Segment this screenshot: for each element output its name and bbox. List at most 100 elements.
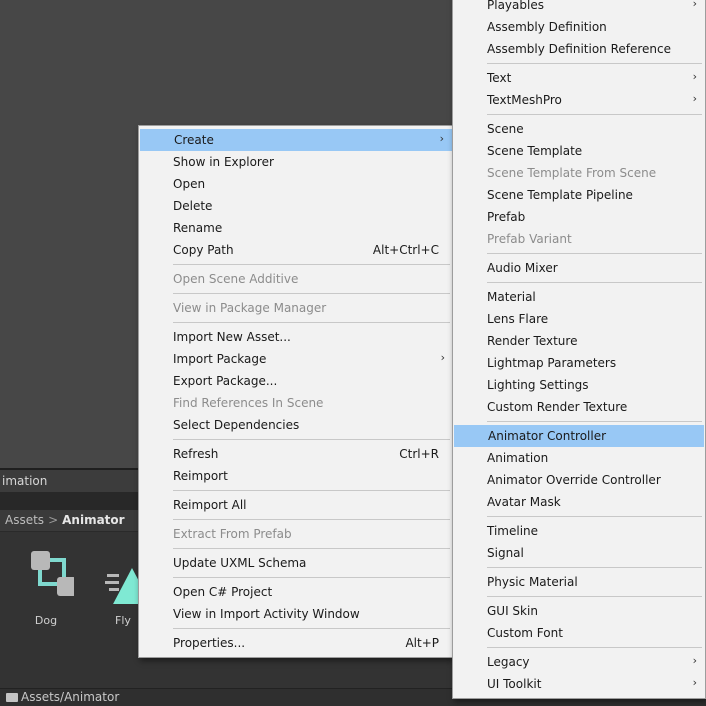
menu-separator	[453, 564, 705, 571]
context-menu: Create › Show in Explorer Open Delete Rename C…	[138, 125, 454, 658]
menu-item-label: Physic Material	[487, 575, 578, 589]
menu-item-label: Scene Template Pipeline	[487, 188, 633, 202]
menu-item-reimport[interactable]: Reimport	[139, 465, 453, 487]
menu-item-label: Signal	[487, 546, 524, 560]
menu-item-label: Properties...	[173, 636, 246, 650]
breadcrumb-current[interactable]: Animator	[62, 513, 124, 527]
menu-item-label: Update UXML Schema	[173, 556, 307, 570]
menu-item-label: Assembly Definition Reference	[487, 42, 672, 56]
menu-item-delete[interactable]: Delete	[139, 195, 453, 217]
menu-item-label: Rename	[173, 221, 223, 235]
menu-item-import-package[interactable]: Import Package ›	[139, 348, 453, 370]
menu-item-label: Audio Mixer	[487, 261, 558, 275]
animation-tab[interactable]: imation	[0, 470, 150, 492]
menu-separator	[139, 545, 453, 552]
menu-item-text[interactable]: Text ›	[453, 67, 705, 89]
chevron-right-icon: ›	[692, 70, 697, 83]
menu-item-legacy[interactable]: Legacy ›	[453, 651, 705, 673]
menu-item-label: Reimport All	[173, 498, 247, 512]
menu-item-label: Material	[487, 290, 536, 304]
menu-item-signal[interactable]: Signal	[453, 542, 705, 564]
menu-item-label: Playables	[487, 0, 544, 12]
menu-item-view-in-package-manager: View in Package Manager	[139, 297, 453, 319]
menu-item-assembly-definition-reference[interactable]: Assembly Definition Reference	[453, 38, 705, 60]
menu-item-timeline[interactable]: Timeline	[453, 520, 705, 542]
menu-item-label: Refresh	[173, 447, 219, 461]
menu-item-label: TextMeshPro	[487, 93, 562, 107]
menu-item-open[interactable]: Open	[139, 173, 453, 195]
menu-item-avatar-mask[interactable]: Avatar Mask	[453, 491, 705, 513]
menu-item-physic-material[interactable]: Physic Material	[453, 571, 705, 593]
menu-item-label: Lighting Settings	[487, 378, 589, 392]
chevron-right-icon: ›	[692, 92, 697, 105]
menu-item-textmeshpro[interactable]: TextMeshPro ›	[453, 89, 705, 111]
menu-item-animator-override-controller[interactable]: Animator Override Controller	[453, 469, 705, 491]
menu-item-label: View in Import Activity Window	[173, 607, 360, 621]
menu-item-label: Prefab Variant	[487, 232, 572, 246]
menu-separator	[453, 111, 705, 118]
menu-item-material[interactable]: Material	[453, 286, 705, 308]
menu-item-label: Animator Override Controller	[487, 473, 661, 487]
menu-item-label: Create	[174, 133, 214, 147]
menu-item-label: Animation	[487, 451, 549, 465]
breadcrumb: Assets > Animator	[5, 513, 125, 527]
menu-item-gui-skin[interactable]: GUI Skin	[453, 600, 705, 622]
menu-separator	[453, 513, 705, 520]
menu-item-label: Lens Flare	[487, 312, 549, 326]
menu-item-create[interactable]: Create ›	[140, 129, 452, 151]
breadcrumb-root[interactable]: Assets	[5, 513, 44, 527]
menu-separator	[139, 436, 453, 443]
menu-item-label: Assembly Definition	[487, 20, 607, 34]
menu-separator	[139, 290, 453, 297]
menu-item-custom-render-texture[interactable]: Custom Render Texture	[453, 396, 705, 418]
menu-item-ui-toolkit[interactable]: UI Toolkit ›	[453, 673, 705, 695]
chevron-right-icon: ›	[692, 676, 697, 689]
menu-item-playables[interactable]: Playables ›	[453, 0, 705, 16]
menu-item-assembly-definition[interactable]: Assembly Definition	[453, 16, 705, 38]
menu-item-label: Timeline	[487, 524, 539, 538]
menu-item-open-c-project[interactable]: Open C# Project	[139, 581, 453, 603]
menu-separator	[139, 261, 453, 268]
shortcut-label: Ctrl+R	[399, 447, 439, 461]
menu-item-lightmap-parameters[interactable]: Lightmap Parameters	[453, 352, 705, 374]
chevron-right-icon: ›	[692, 0, 697, 10]
menu-item-animation[interactable]: Animation	[453, 447, 705, 469]
menu-item-import-new-asset[interactable]: Import New Asset...	[139, 326, 453, 348]
menu-item-prefab[interactable]: Prefab	[453, 206, 705, 228]
menu-item-label: Animator Controller	[488, 429, 607, 443]
menu-item-copy-path[interactable]: Copy Path Alt+Ctrl+C	[139, 239, 453, 261]
menu-separator	[453, 644, 705, 651]
menu-separator	[139, 574, 453, 581]
menu-item-properties[interactable]: Properties... Alt+P	[139, 632, 453, 654]
menu-separator	[453, 250, 705, 257]
menu-item-export-package[interactable]: Export Package...	[139, 370, 453, 392]
menu-item-audio-mixer[interactable]: Audio Mixer	[453, 257, 705, 279]
menu-item-refresh[interactable]: Refresh Ctrl+R	[139, 443, 453, 465]
menu-item-scene-template[interactable]: Scene Template	[453, 140, 705, 162]
menu-item-update-uxml-schema[interactable]: Update UXML Schema	[139, 552, 453, 574]
menu-item-scene-template-pipeline[interactable]: Scene Template Pipeline	[453, 184, 705, 206]
menu-item-label: Legacy	[487, 655, 530, 669]
menu-item-scene-template-from-scene: Scene Template From Scene	[453, 162, 705, 184]
menu-item-label: Custom Font	[487, 626, 563, 640]
menu-item-show-in-explorer[interactable]: Show in Explorer	[139, 151, 453, 173]
menu-item-lens-flare[interactable]: Lens Flare	[453, 308, 705, 330]
menu-item-label: Copy Path	[173, 243, 234, 257]
menu-item-select-dependencies[interactable]: Select Dependencies	[139, 414, 453, 436]
menu-item-scene[interactable]: Scene	[453, 118, 705, 140]
menu-item-render-texture[interactable]: Render Texture	[453, 330, 705, 352]
menu-item-rename[interactable]: Rename	[139, 217, 453, 239]
menu-item-label: Reimport	[173, 469, 228, 483]
menu-item-view-in-import-activity-window[interactable]: View in Import Activity Window	[139, 603, 453, 625]
menu-separator	[453, 60, 705, 67]
menu-item-label: Open C# Project	[173, 585, 273, 599]
menu-item-label: Custom Render Texture	[487, 400, 628, 414]
menu-item-custom-font[interactable]: Custom Font	[453, 622, 705, 644]
menu-item-reimport-all[interactable]: Reimport All	[139, 494, 453, 516]
menu-item-lighting-settings[interactable]: Lighting Settings	[453, 374, 705, 396]
menu-item-prefab-variant: Prefab Variant	[453, 228, 705, 250]
menu-item-label: Scene	[487, 122, 524, 136]
menu-item-label: Export Package...	[173, 374, 278, 388]
menu-item-animator-controller[interactable]: Animator Controller	[454, 425, 704, 447]
asset-dog[interactable]: Dog	[11, 548, 81, 627]
